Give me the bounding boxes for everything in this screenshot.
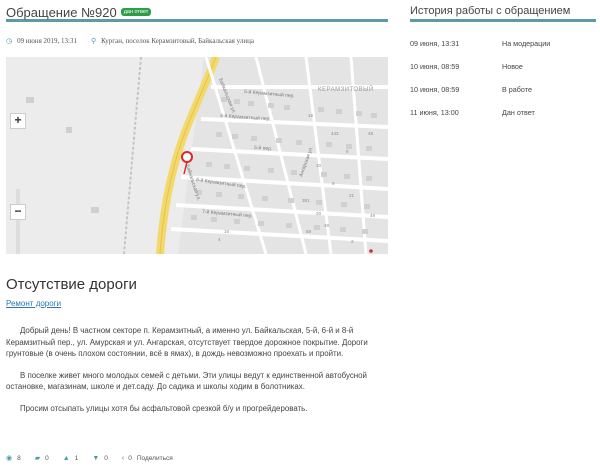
like-stat[interactable]: ▲ 1 <box>63 455 79 462</box>
house-number: 16 <box>224 229 230 234</box>
request-meta: ◷ 09 июня 2019, 13:31 ⚲ Курган, поселок … <box>6 36 388 46</box>
comments-stat[interactable]: ▰ 0 <box>34 454 49 463</box>
views-count: 8 <box>17 454 21 462</box>
history-panel: История работы с обращением 09 июня, 13:… <box>410 0 596 131</box>
share-count: 0 <box>128 454 132 462</box>
house-number: 59 <box>306 229 312 234</box>
request-header: Обращение №920 дан ответ <box>6 0 388 22</box>
location-pin-icon: ⚲ <box>91 37 97 45</box>
request-title: Обращение №920 <box>6 4 117 20</box>
article-heading: Отсутствие дороги <box>6 276 137 293</box>
likes-count: 1 <box>74 454 79 462</box>
history-date: 09 июня, 13:31 <box>410 39 460 48</box>
history-status: В работе <box>502 85 532 94</box>
stats-bar: ◉ 8 ▰ 0 ▲ 1 ▼ 0 ‹ 0 Поделиться <box>6 454 173 463</box>
history-status: Дан ответ <box>502 108 535 117</box>
map-view[interactable]: КЕРАМЗИТОВЫЙ Байкальская ул. 5-й Керамзи… <box>6 57 388 254</box>
history-date: 10 июня, 08:59 <box>410 62 460 71</box>
views-stat: ◉ 8 <box>6 454 21 463</box>
thumbs-up-icon: ▲ <box>62 454 70 462</box>
zoom-in-button[interactable]: + <box>10 113 26 129</box>
history-table: 09 июня, 13:31 На модерации 10 июня, 08:… <box>410 39 596 131</box>
house-number: 49 <box>370 213 376 218</box>
history-row: 09 июня, 13:31 На модерации <box>410 39 596 62</box>
history-status: На модерации <box>502 39 551 48</box>
share-button[interactable]: ‹ 0 Поделиться <box>122 455 173 462</box>
district-label: КЕРАМЗИТОВЫЙ <box>318 85 374 93</box>
street-label: 5-й пер. <box>254 144 273 152</box>
share-icon: ‹ <box>121 454 125 462</box>
category-link[interactable]: Ремонт дороги <box>6 299 61 308</box>
share-label: Поделиться <box>136 454 173 462</box>
status-badge: дан ответ <box>120 8 152 16</box>
history-date: 11 июня, 13:00 <box>410 108 459 117</box>
zoom-slider[interactable] <box>16 189 20 254</box>
history-row: 10 июня, 08:59 Новое <box>410 62 596 85</box>
request-address: Курган, поселок Керамзитовый, Байкальска… <box>101 37 254 45</box>
request-column: Обращение №920 дан ответ ◷ 09 июня 2019,… <box>6 0 388 46</box>
zoom-out-button[interactable]: − <box>10 204 26 220</box>
comment-icon: ▰ <box>34 455 41 462</box>
dislike-stat[interactable]: ▼ 0 <box>92 455 108 462</box>
request-date: 09 июня 2019, 13:31 <box>17 37 77 45</box>
history-status: Новое <box>502 62 523 71</box>
house-number: 48 <box>324 223 330 228</box>
clock-icon: ◷ <box>6 37 13 45</box>
article-paragraph: Добрый день! В частном секторе п. Керамз… <box>6 326 368 358</box>
house-number: 443 <box>331 131 339 136</box>
article-paragraph: Просим отсыпать улицы хотя бы асфальтово… <box>20 403 308 413</box>
house-number: 10 <box>316 163 322 168</box>
thumbs-down-icon: ▼ <box>92 454 100 462</box>
house-number: 21 <box>349 193 355 198</box>
house-number: 20 <box>316 211 322 216</box>
history-row: 10 июня, 08:59 В работе <box>410 85 596 108</box>
history-date: 10 июня, 08:59 <box>410 85 460 94</box>
comments-count: 0 <box>45 454 49 462</box>
history-title: История работы с обращением <box>410 0 596 22</box>
eye-icon: ◉ <box>6 455 13 462</box>
history-row: 11 июня, 13:00 Дан ответ <box>410 108 596 131</box>
house-number: 18 <box>308 113 314 118</box>
house-number: 48 <box>368 131 374 136</box>
article-paragraph: В поселке живет много молодых семей с де… <box>6 370 367 392</box>
map-canvas[interactable]: КЕРАМЗИТОВЫЙ Байкальская ул. 5-й Керамзи… <box>6 57 388 254</box>
article-body: Добрый день! В частном секторе п. Керамз… <box>6 325 388 424</box>
house-number: 381 <box>302 198 310 203</box>
dislikes-count: 0 <box>104 454 108 462</box>
